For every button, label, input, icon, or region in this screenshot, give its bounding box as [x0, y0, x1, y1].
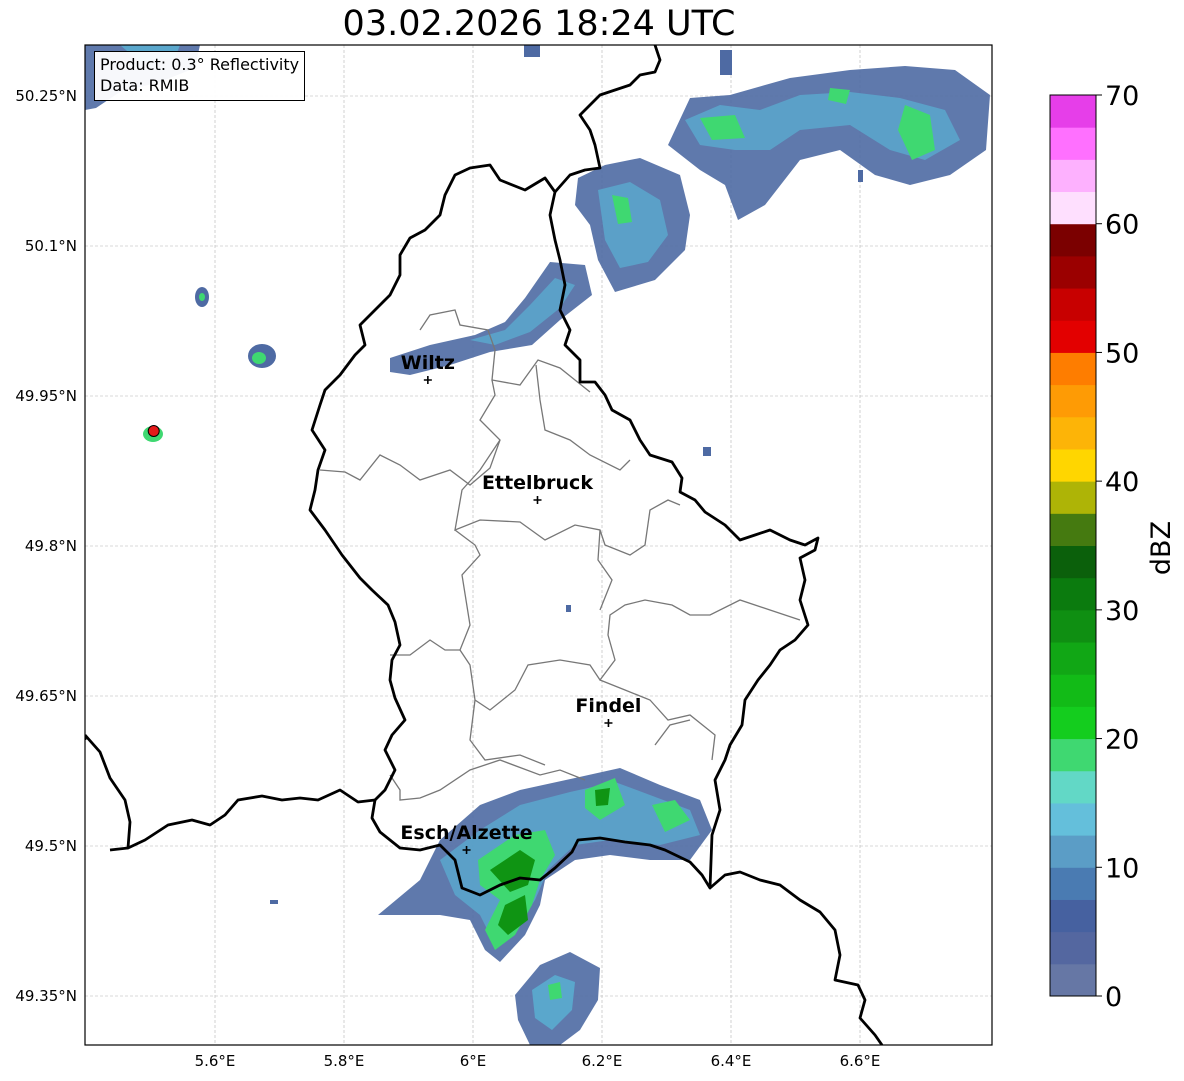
colorbar-segment [1050, 448, 1096, 482]
colorbar-segment [1050, 770, 1096, 804]
colorbar-segment [1050, 577, 1096, 611]
lon-tick-label: 6°E [460, 1052, 487, 1070]
lat-tick-label: 49.65°N [15, 687, 77, 705]
lat-tick-label: 49.5°N [25, 837, 77, 855]
product-info-box: Product: 0.3° Reflectivity Data: RMIB [94, 51, 306, 101]
lat-tick-label: 49.95°N [15, 387, 77, 405]
echo-speck [270, 900, 278, 904]
echo-small-cell [199, 293, 205, 301]
lon-tick-label: 5.8°E [324, 1052, 365, 1070]
echo-speck [720, 50, 732, 75]
colorbar-segment [1050, 835, 1096, 868]
colorbar-segment [1050, 384, 1096, 418]
colorbar-title: dBZ [1146, 521, 1177, 575]
colorbar-segment [1050, 931, 1096, 965]
colorbar-segment [1050, 223, 1096, 257]
colorbar [1050, 95, 1096, 997]
colorbar-tick-label: 10 [1105, 853, 1139, 884]
longitude-tick-labels: 5.6°E 5.8°E 6°E 6.2°E 6.4°E 6.6°E [195, 1052, 881, 1070]
lat-tick-label: 50.1°N [25, 237, 77, 255]
lat-tick-label: 49.35°N [15, 987, 77, 1005]
colorbar-segment [1050, 642, 1096, 675]
radar-site-marker [147, 425, 160, 437]
colorbar-segment [1050, 802, 1096, 836]
radar-map-figure: Wiltz Ettelbruck Findel Esch/Alzette 50.25°… [15, 44, 1177, 1070]
lon-tick-label: 6.4°E [711, 1052, 752, 1070]
colorbar-segment [1050, 95, 1096, 128]
colorbar-tick-label: 30 [1105, 596, 1139, 627]
product-label: Product: 0.3° Reflectivity [100, 55, 300, 74]
city-label: Esch/Alzette [400, 822, 532, 844]
echo-speck [524, 45, 540, 57]
colorbar-segment [1050, 127, 1096, 160]
colorbar-segment [1050, 288, 1096, 321]
colorbar-segment [1050, 963, 1096, 997]
colorbar-segment [1050, 191, 1096, 225]
lon-tick-label: 6.2°E [582, 1052, 623, 1070]
colorbar-segment [1050, 352, 1096, 386]
echo-bottom-cell-high [548, 982, 562, 1000]
colorbar-tick-label: 50 [1105, 338, 1139, 369]
latitude-tick-labels: 50.25°N 50.1°N 49.95°N 49.8°N 49.65°N 49.5°N 4… [15, 87, 77, 1005]
city-label: Wiltz [401, 352, 455, 374]
lat-tick-label: 50.25°N [15, 87, 77, 105]
echo-speck [566, 605, 571, 612]
colorbar-tick-label: 0 [1105, 982, 1122, 1013]
colorbar-segment [1050, 609, 1096, 643]
colorbar-tick-label: 70 [1105, 81, 1139, 112]
data-source-label: Data: RMIB [100, 76, 190, 95]
city-label: Ettelbruck [482, 472, 593, 494]
lon-tick-label: 5.6°E [195, 1052, 236, 1070]
colorbar-segment [1050, 706, 1096, 740]
colorbar-segment [1050, 255, 1096, 289]
lat-tick-label: 49.8°N [25, 537, 77, 555]
colorbar-tick-labels: 0 10 20 30 40 50 60 70 [1096, 81, 1139, 1013]
echo-speck [703, 447, 711, 456]
colorbar-tick-label: 20 [1105, 725, 1139, 756]
city-label: Findel [575, 695, 641, 717]
colorbar-segment [1050, 738, 1096, 772]
colorbar-tick-label: 40 [1105, 467, 1139, 498]
colorbar-segment [1050, 416, 1096, 450]
echo-small-cell [252, 352, 266, 364]
colorbar-tick-label: 60 [1105, 210, 1139, 241]
colorbar-segment [1050, 513, 1096, 546]
lon-tick-label: 6.6°E [840, 1052, 881, 1070]
colorbar-segment [1050, 320, 1096, 353]
colorbar-segment [1050, 481, 1096, 514]
colorbar-segment [1050, 899, 1096, 933]
colorbar-segment [1050, 867, 1096, 900]
colorbar-segment [1050, 674, 1096, 707]
echo-speck [858, 170, 863, 182]
colorbar-segment [1050, 545, 1096, 579]
colorbar-segment [1050, 159, 1096, 193]
